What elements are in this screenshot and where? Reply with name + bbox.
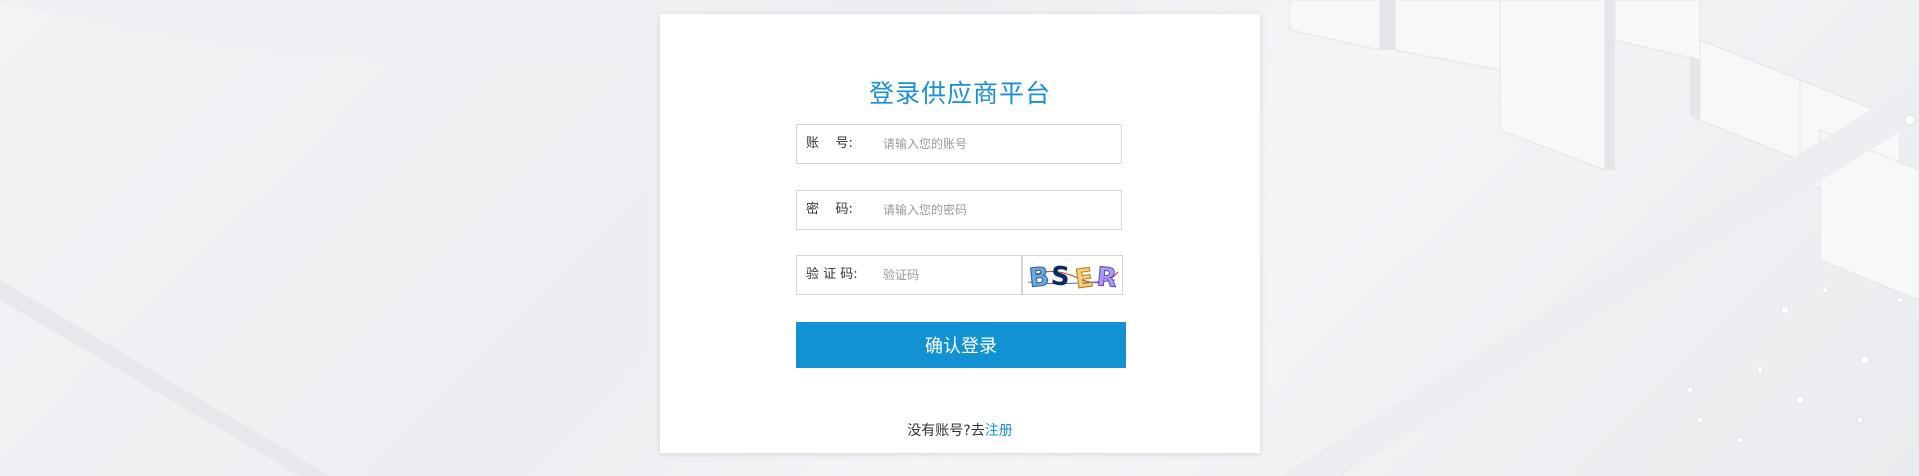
captcha-field: 验 证 码: (796, 255, 1022, 295)
svg-text:B: B (1028, 262, 1051, 294)
confirm-login-button[interactable]: 确认登录 (796, 322, 1126, 368)
register-prompt-text: 没有账号?去 (907, 423, 985, 439)
account-label: 账 号: (806, 136, 853, 151)
password-input[interactable] (883, 192, 1103, 228)
password-field: 密 码: (796, 190, 1122, 230)
page-title: 登录供应商平台 (868, 79, 1051, 108)
captcha-input[interactable] (883, 257, 1013, 293)
register-link[interactable]: 注册 (985, 423, 1013, 439)
login-card: 登录供应商平台 账 号: 密 码: 验 证 码: B S E R 确认登录 (660, 14, 1260, 453)
svg-text:S: S (1050, 261, 1071, 292)
login-page: 登录供应商平台 账 号: 密 码: 验 证 码: B S E R 确认登录 (0, 0, 1919, 476)
account-field: 账 号: (796, 124, 1122, 164)
svg-text:R: R (1096, 262, 1119, 294)
captcha-graphic: B S E R (1027, 261, 1119, 295)
captcha-label: 验 证 码: (806, 267, 858, 282)
svg-text:E: E (1073, 263, 1095, 294)
captcha-image[interactable]: B S E R (1022, 255, 1123, 296)
password-label: 密 码: (806, 202, 853, 217)
account-input[interactable] (883, 126, 1103, 162)
register-prompt: 没有账号?去注册 (660, 420, 1260, 440)
